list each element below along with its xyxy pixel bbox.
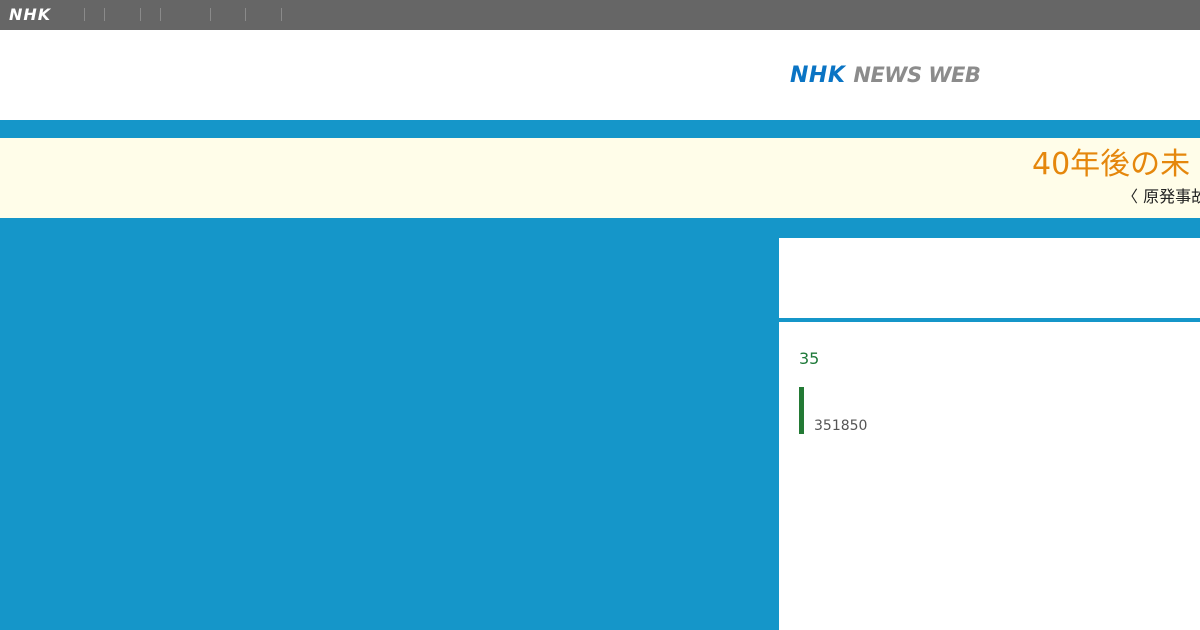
panel-accent-bar	[799, 387, 804, 434]
panel-divider	[779, 318, 1200, 322]
logo-nhk-text: NHK	[790, 63, 846, 88]
panel-count: 35	[799, 349, 820, 368]
nhk-news-web-logo[interactable]: NHK NEWS WEB	[790, 60, 981, 90]
logo-news-web-text: NEWS WEB	[853, 63, 981, 87]
content-panel: 35 351850	[779, 238, 1200, 630]
nav-separator	[281, 8, 282, 21]
panel-header	[779, 238, 1200, 318]
global-nav-bar: NHK	[0, 0, 1200, 30]
panel-number: 351850	[814, 418, 868, 434]
nav-separator	[210, 8, 211, 21]
nav-separator	[245, 8, 246, 21]
nav-separator	[104, 8, 105, 21]
feature-banner[interactable]: 40年後の未 〈 原発事故	[0, 138, 1200, 218]
site-header: NHK NEWS WEB	[0, 30, 1200, 120]
nav-separator	[140, 8, 141, 21]
nav-separator	[84, 8, 85, 21]
banner-title: 40年後の未	[1032, 147, 1191, 182]
nav-separator	[160, 8, 161, 21]
header-accent-strip	[0, 120, 1200, 138]
nhk-logo[interactable]: NHK	[9, 5, 51, 25]
banner-subtitle: 〈 原発事故	[1122, 187, 1200, 206]
